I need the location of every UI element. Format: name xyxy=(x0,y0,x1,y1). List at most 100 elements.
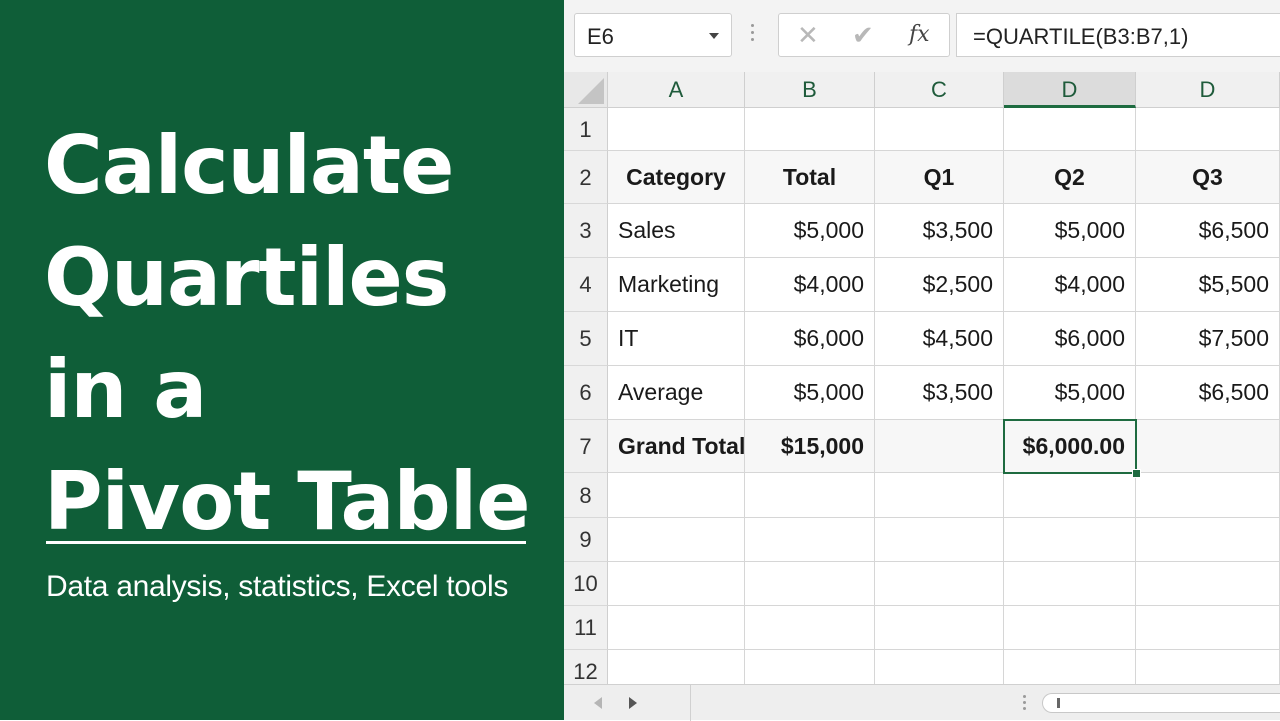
cell[interactable] xyxy=(1136,420,1280,473)
cell[interactable]: $4,000 xyxy=(745,258,875,312)
fill-handle[interactable] xyxy=(1132,469,1141,478)
cell[interactable] xyxy=(608,562,745,606)
cell[interactable] xyxy=(875,562,1004,606)
cell[interactable]: $3,500 xyxy=(875,204,1004,258)
cell[interactable] xyxy=(1136,108,1280,151)
cell[interactable]: IT xyxy=(608,312,745,366)
cell[interactable] xyxy=(608,108,745,151)
cell[interactable] xyxy=(608,606,745,650)
cell[interactable] xyxy=(875,420,1004,473)
cell[interactable]: Q2 xyxy=(1004,151,1136,204)
cell[interactable] xyxy=(1136,473,1280,518)
row-header[interactable]: 10 xyxy=(564,562,608,606)
column-header[interactable]: D xyxy=(1004,72,1136,108)
cell[interactable]: $5,000 xyxy=(1004,204,1136,258)
close-icon[interactable]: ✕ xyxy=(797,21,819,49)
formula-input[interactable]: =QUARTILE(B3:B7,1) xyxy=(956,13,1280,57)
cell[interactable] xyxy=(745,562,875,606)
check-icon[interactable]: ✔ xyxy=(852,21,874,49)
cell[interactable]: Average xyxy=(608,366,745,420)
cell[interactable]: $5,000 xyxy=(745,204,875,258)
name-box[interactable]: E6 xyxy=(574,13,732,57)
cell[interactable]: Q1 xyxy=(875,151,1004,204)
cell[interactable] xyxy=(745,518,875,562)
cell[interactable]: Grand Total xyxy=(608,420,745,473)
chevron-down-icon[interactable] xyxy=(709,33,719,39)
promo-title-line: Quartiles xyxy=(44,231,449,324)
row-header[interactable]: 12 xyxy=(564,650,608,684)
row-header[interactable]: 2 xyxy=(564,151,608,204)
cell[interactable]: $2,500 xyxy=(875,258,1004,312)
function-icon[interactable]: fx xyxy=(909,21,930,49)
cell[interactable] xyxy=(745,108,875,151)
cell[interactable]: $6,000 xyxy=(745,312,875,366)
cell[interactable]: Total xyxy=(745,151,875,204)
scroll-left-icon[interactable] xyxy=(594,697,602,709)
horizontal-scrollbar[interactable] xyxy=(1042,693,1280,713)
cell[interactable]: $7,500 xyxy=(1136,312,1280,366)
column-header[interactable]: A xyxy=(608,72,745,108)
row-header[interactable]: 7 xyxy=(564,420,608,473)
divider xyxy=(690,685,691,721)
row-header[interactable]: 4 xyxy=(564,258,608,312)
scroll-thumb[interactable] xyxy=(1057,698,1060,708)
cell[interactable] xyxy=(608,518,745,562)
cell[interactable] xyxy=(1136,562,1280,606)
cell[interactable] xyxy=(745,473,875,518)
promo-title: Calculate Quartiles in a Pivot Table xyxy=(44,110,530,558)
formula-buttons: ✕ ✔ fx xyxy=(778,13,950,57)
cell[interactable] xyxy=(608,473,745,518)
column-header[interactable]: B xyxy=(745,72,875,108)
cell[interactable]: $6,500 xyxy=(1136,204,1280,258)
cell[interactable] xyxy=(1004,518,1136,562)
cell[interactable] xyxy=(1136,518,1280,562)
row-header[interactable]: 1 xyxy=(564,108,608,151)
formula-bar: E6 ✕ ✔ fx =QUARTILE(B3:B7,1) xyxy=(564,0,1280,72)
cell[interactable] xyxy=(875,473,1004,518)
row-header[interactable]: 11 xyxy=(564,606,608,650)
column-header[interactable]: C xyxy=(875,72,1004,108)
cell[interactable] xyxy=(875,518,1004,562)
grip-icon xyxy=(751,24,755,48)
row-header[interactable]: 5 xyxy=(564,312,608,366)
cell[interactable]: Sales xyxy=(608,204,745,258)
cell[interactable]: Category xyxy=(608,151,745,204)
cell[interactable]: $6,000.00 xyxy=(1004,420,1136,473)
cell[interactable]: $5,000 xyxy=(745,366,875,420)
promo-title-line: Calculate xyxy=(44,119,454,212)
cell[interactable]: Marketing xyxy=(608,258,745,312)
cell[interactable] xyxy=(745,650,875,684)
cell[interactable]: $4,500 xyxy=(875,312,1004,366)
row-header[interactable]: 9 xyxy=(564,518,608,562)
row-header[interactable]: 8 xyxy=(564,473,608,518)
row-header[interactable]: 3 xyxy=(564,204,608,258)
promo-panel: Calculate Quartiles in a Pivot Table Dat… xyxy=(0,0,564,720)
cell[interactable] xyxy=(1004,108,1136,151)
cell[interactable] xyxy=(875,606,1004,650)
cell[interactable]: $6,500 xyxy=(1136,366,1280,420)
cell[interactable] xyxy=(1004,473,1136,518)
scroll-right-icon[interactable] xyxy=(629,697,637,709)
grip-icon xyxy=(1023,695,1027,713)
cell[interactable]: $15,000 xyxy=(745,420,875,473)
cell-grid: A B C D D 1 2 Category Total Q1 Q2 Q3 3 Sales $5,000 $3… xyxy=(564,72,1280,684)
row-header[interactable]: 6 xyxy=(564,366,608,420)
cell[interactable]: $3,500 xyxy=(875,366,1004,420)
cell[interactable]: Q3 xyxy=(1136,151,1280,204)
cell[interactable] xyxy=(875,650,1004,684)
cell[interactable] xyxy=(608,650,745,684)
cell[interactable] xyxy=(745,606,875,650)
cell[interactable] xyxy=(1004,650,1136,684)
cell[interactable] xyxy=(1136,650,1280,684)
cell[interactable] xyxy=(1136,606,1280,650)
cell[interactable] xyxy=(1004,562,1136,606)
cell[interactable]: $5,500 xyxy=(1136,258,1280,312)
cell[interactable]: $6,000 xyxy=(1004,312,1136,366)
formula-text: =QUARTILE(B3:B7,1) xyxy=(973,24,1189,49)
cell[interactable] xyxy=(875,108,1004,151)
select-all-corner[interactable] xyxy=(564,72,608,108)
column-header[interactable]: D xyxy=(1136,72,1280,108)
cell[interactable] xyxy=(1004,606,1136,650)
cell[interactable]: $5,000 xyxy=(1004,366,1136,420)
cell[interactable]: $4,000 xyxy=(1004,258,1136,312)
